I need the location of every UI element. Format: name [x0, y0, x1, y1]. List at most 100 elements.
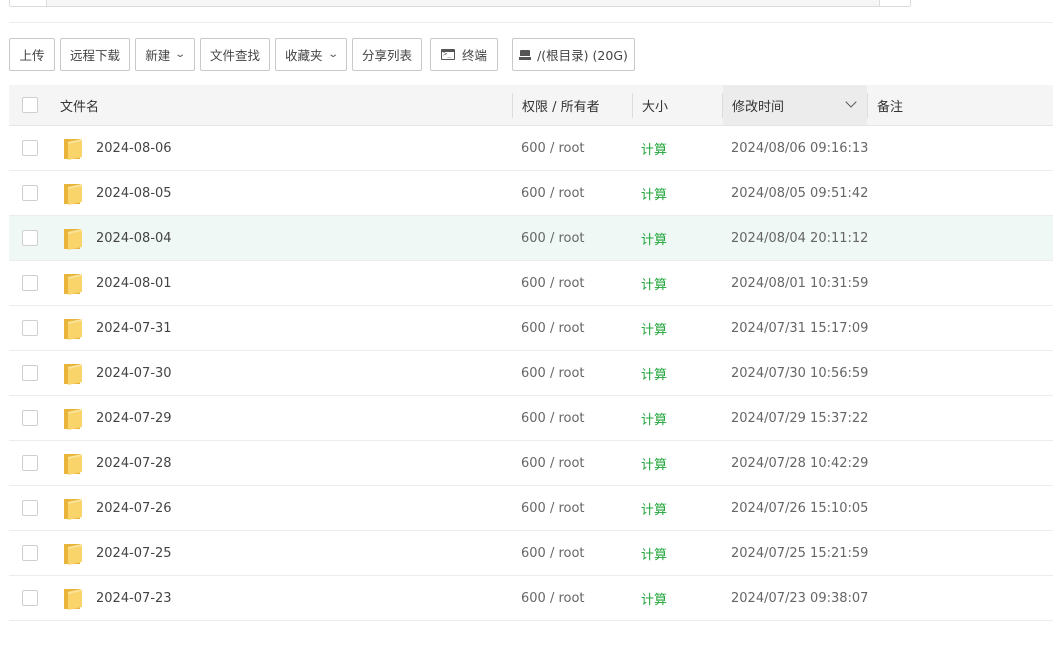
chevron-down-icon: ⌄ [174, 49, 187, 60]
table-row[interactable]: 2024-07-31 600 / root 计算 2024/07/31 15:1… [9, 306, 1053, 351]
table-row[interactable]: 2024-07-29 600 / root 计算 2024/07/29 15:3… [9, 396, 1053, 441]
favorites-dropdown-button[interactable]: 收藏夹 ⌄ [275, 38, 347, 71]
row-checkbox[interactable] [22, 230, 38, 246]
permission-owner[interactable]: 600 / root [521, 576, 585, 620]
path-bar[interactable] [9, 0, 911, 7]
modified-time: 2024/08/04 20:11:12 [731, 230, 869, 246]
file-name[interactable]: 2024-07-28 [96, 441, 172, 485]
path-input[interactable] [47, 0, 879, 6]
header-remark[interactable]: 备注 [877, 85, 903, 125]
modified-time: 2024/07/31 15:17:09 [731, 320, 869, 336]
chevron-down-icon[interactable] [845, 96, 857, 108]
disk-label: /(根目录) (20G) [537, 48, 628, 63]
select-all-checkbox[interactable] [22, 97, 38, 113]
table-row[interactable]: 2024-07-25 600 / root 计算 2024/07/25 15:2… [9, 531, 1053, 576]
disk-icon [519, 49, 532, 60]
calculate-size-link[interactable]: 计算 [641, 171, 667, 215]
disk-button[interactable]: /(根目录) (20G) [512, 38, 635, 71]
file-name[interactable]: 2024-07-26 [96, 486, 172, 530]
file-name[interactable]: 2024-07-31 [96, 306, 172, 350]
file-table: 文件名 权限 / 所有者 大小 修改时间 备注 2024-08-06 600 /… [9, 85, 1053, 621]
table-row[interactable]: 2024-08-04 600 / root 计算 2024/08/04 20:1… [9, 216, 1053, 261]
column-divider[interactable] [512, 93, 513, 118]
table-row[interactable]: 2024-07-28 600 / root 计算 2024/07/28 10:4… [9, 441, 1053, 486]
calculate-size-link[interactable]: 计算 [641, 261, 667, 305]
file-manager: 上传 远程下载 新建 ⌄ 文件查找 收藏夹 ⌄ 分享列表 终端 /(根目录) (… [0, 0, 1053, 665]
folder-icon [64, 274, 82, 295]
calculate-size-link[interactable]: 计算 [641, 531, 667, 575]
modified-time: 2024/07/26 15:10:05 [731, 500, 869, 516]
upload-button[interactable]: 上传 [9, 38, 55, 71]
row-checkbox[interactable] [22, 500, 38, 516]
permission-owner[interactable]: 600 / root [521, 306, 585, 350]
calculate-size-link[interactable]: 计算 [641, 441, 667, 485]
permission-owner[interactable]: 600 / root [521, 261, 585, 305]
file-search-button[interactable]: 文件查找 [200, 38, 270, 71]
permission-owner[interactable]: 600 / root [521, 216, 585, 260]
file-name[interactable]: 2024-07-29 [96, 396, 172, 440]
column-divider[interactable] [867, 93, 868, 118]
path-back-segment[interactable] [10, 0, 47, 6]
calculate-size-link[interactable]: 计算 [641, 306, 667, 350]
header-perm-owner[interactable]: 权限 / 所有者 [522, 85, 600, 125]
table-row[interactable]: 2024-07-23 600 / root 计算 2024/07/23 09:3… [9, 576, 1053, 621]
table-row[interactable]: 2024-08-01 600 / root 计算 2024/08/01 10:3… [9, 261, 1053, 306]
folder-icon [64, 589, 82, 610]
row-checkbox[interactable] [22, 320, 38, 336]
calculate-size-link[interactable]: 计算 [641, 396, 667, 440]
new-dropdown-button[interactable]: 新建 ⌄ [135, 38, 195, 71]
table-row[interactable]: 2024-08-06 600 / root 计算 2024/08/06 09:1… [9, 126, 1053, 171]
folder-icon [64, 454, 82, 475]
row-checkbox[interactable] [22, 590, 38, 606]
header-mtime[interactable]: 修改时间 [723, 85, 867, 125]
table-body: 2024-08-06 600 / root 计算 2024/08/06 09:1… [9, 126, 1053, 621]
row-checkbox[interactable] [22, 365, 38, 381]
file-name[interactable]: 2024-07-30 [96, 351, 172, 395]
folder-icon [64, 184, 82, 205]
calculate-size-link[interactable]: 计算 [641, 216, 667, 260]
file-name[interactable]: 2024-08-05 [96, 171, 172, 215]
modified-time: 2024/07/30 10:56:59 [731, 365, 869, 381]
permission-owner[interactable]: 600 / root [521, 171, 585, 215]
remote-download-button[interactable]: 远程下载 [60, 38, 130, 71]
table-row[interactable]: 2024-08-05 600 / root 计算 2024/08/05 09:5… [9, 171, 1053, 216]
permission-owner[interactable]: 600 / root [521, 441, 585, 485]
modified-time: 2024/07/25 15:21:59 [731, 545, 869, 561]
folder-icon [64, 364, 82, 385]
permission-owner[interactable]: 600 / root [521, 396, 585, 440]
permission-owner[interactable]: 600 / root [521, 531, 585, 575]
folder-icon [64, 229, 82, 250]
row-checkbox[interactable] [22, 545, 38, 561]
header-name[interactable]: 文件名 [60, 85, 99, 125]
modified-time: 2024/08/01 10:31:59 [731, 275, 869, 291]
share-list-button[interactable]: 分享列表 [352, 38, 422, 71]
calculate-size-link[interactable]: 计算 [641, 576, 667, 620]
row-checkbox[interactable] [22, 275, 38, 291]
column-divider[interactable] [632, 93, 633, 118]
header-size[interactable]: 大小 [642, 85, 668, 125]
terminal-button[interactable]: 终端 [430, 38, 498, 71]
row-checkbox[interactable] [22, 410, 38, 426]
modified-time: 2024/08/06 09:16:13 [731, 140, 869, 156]
permission-owner[interactable]: 600 / root [521, 351, 585, 395]
file-name[interactable]: 2024-08-06 [96, 126, 172, 170]
table-row[interactable]: 2024-07-30 600 / root 计算 2024/07/30 10:5… [9, 351, 1053, 396]
file-name[interactable]: 2024-08-01 [96, 261, 172, 305]
row-checkbox[interactable] [22, 185, 38, 201]
terminal-icon [440, 49, 455, 60]
row-checkbox[interactable] [22, 140, 38, 156]
row-checkbox[interactable] [22, 455, 38, 471]
new-label: 新建 [145, 48, 171, 63]
file-name[interactable]: 2024-07-25 [96, 531, 172, 575]
calculate-size-link[interactable]: 计算 [641, 486, 667, 530]
file-search-label: 文件查找 [209, 48, 260, 63]
file-name[interactable]: 2024-07-23 [96, 576, 172, 620]
permission-owner[interactable]: 600 / root [521, 126, 585, 170]
table-row[interactable]: 2024-07-26 600 / root 计算 2024/07/26 15:1… [9, 486, 1053, 531]
file-name[interactable]: 2024-08-04 [96, 216, 172, 260]
calculate-size-link[interactable]: 计算 [641, 126, 667, 170]
calculate-size-link[interactable]: 计算 [641, 351, 667, 395]
modified-time: 2024/08/05 09:51:42 [731, 185, 869, 201]
permission-owner[interactable]: 600 / root [521, 486, 585, 530]
path-refresh-segment[interactable] [879, 0, 910, 6]
